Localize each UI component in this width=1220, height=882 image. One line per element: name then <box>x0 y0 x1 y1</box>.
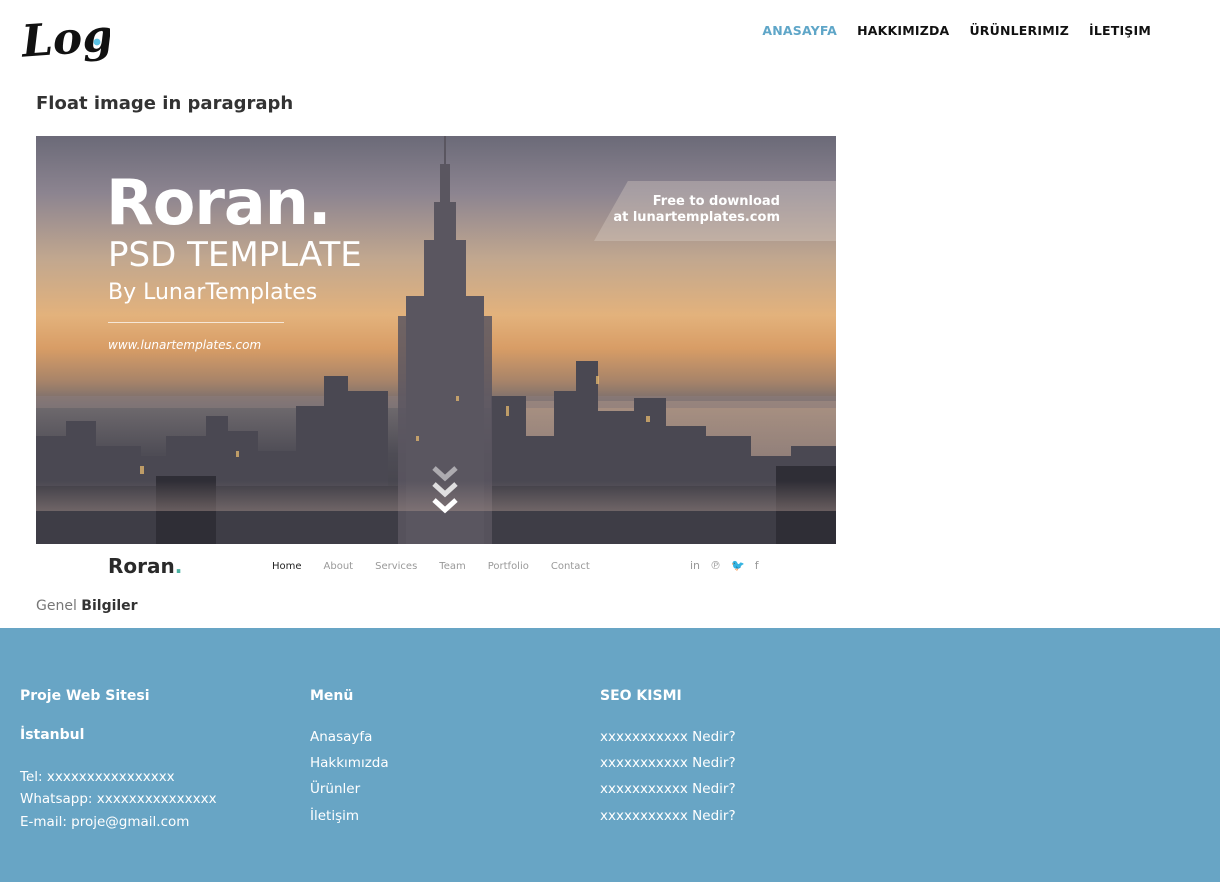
template-nav-preview: Roran. Home About Services Team Portfoli… <box>36 544 836 590</box>
site-footer: Proje Web Sitesi İstanbul Tel: xxxxxxxxx… <box>0 628 1220 882</box>
nav-urunlerimiz[interactable]: ÜRÜNLERIMIZ <box>969 22 1069 40</box>
footer-seo-link[interactable]: xxxxxxxxxxx Nedir? <box>600 781 736 797</box>
hero-subtitle: PSD TEMPLATE <box>108 235 362 275</box>
template-brand: Roran. <box>108 554 183 578</box>
template-menu-item: Services <box>375 561 418 572</box>
site-header: Logo ANASAYFA HAKKIMIZDA ÜRÜNLERIMIZ İLE… <box>0 0 1220 90</box>
template-menu-item: About <box>323 561 354 572</box>
hero-divider <box>108 322 284 323</box>
footer-link-urunler[interactable]: Ürünler <box>310 781 360 797</box>
footer-seo-link[interactable]: xxxxxxxxxxx Nedir? <box>600 755 736 771</box>
hero-by: By LunarTemplates <box>108 280 318 305</box>
template-social-icons: in ℗ 🐦 f <box>690 559 759 572</box>
template-menu-item: Team <box>439 561 466 572</box>
template-menu-item: Contact <box>550 561 590 572</box>
nav-anasayfa[interactable]: ANASAYFA <box>762 22 837 40</box>
footer-link-iletisim[interactable]: İletişim <box>310 808 359 824</box>
footer-city: İstanbul <box>20 727 85 743</box>
linkedin-icon: in <box>690 559 701 572</box>
footer-menu-title: Menü <box>310 688 354 704</box>
twitter-icon: 🐦 <box>731 559 745 572</box>
pinterest-icon: ℗ <box>710 559 722 572</box>
page-title: Float image in paragraph <box>36 93 294 114</box>
footer-seo-link[interactable]: xxxxxxxxxxx Nedir? <box>600 808 736 824</box>
nav-iletisim[interactable]: İLETIŞIM <box>1089 22 1151 40</box>
hero-url: www.lunartemplates.com <box>108 338 262 352</box>
hero-image: Free to download at lunartemplates.com R… <box>36 136 836 544</box>
footer-site-title: Proje Web Sitesi <box>20 688 150 704</box>
facebook-icon: f <box>754 559 759 572</box>
scroll-down-chevron-icon <box>432 466 458 514</box>
footer-tel: Tel: xxxxxxxxxxxxxxxx <box>20 769 175 785</box>
general-info-heading: Genel Bilgiler <box>36 598 138 614</box>
nav-hakkimizda[interactable]: HAKKIMIZDA <box>857 22 949 40</box>
template-menu-item: Portfolio <box>487 561 529 572</box>
footer-email: E-mail: proje@gmail.com <box>20 814 190 830</box>
footer-whatsapp: Whatsapp: xxxxxxxxxxxxxxx <box>20 791 217 807</box>
site-logo[interactable]: Logo <box>20 2 110 88</box>
template-menu-item: Home <box>272 561 302 572</box>
footer-link-hakkimizda[interactable]: Hakkımızda <box>310 755 389 771</box>
main-nav: ANASAYFA HAKKIMIZDA ÜRÜNLERIMIZ İLETIŞIM <box>762 22 1151 40</box>
footer-seo-title: SEO KISMI <box>600 688 682 704</box>
footer-link-anasayfa[interactable]: Anasayfa <box>310 729 372 745</box>
download-ribbon-text: Free to download at lunartemplates.com <box>613 194 780 225</box>
svg-text:Logo: Logo <box>20 8 110 67</box>
footer-seo-link[interactable]: xxxxxxxxxxx Nedir? <box>600 729 736 745</box>
template-menu: Home About Services Team Portfolio Conta… <box>272 561 590 572</box>
hero-brand: Roran. <box>106 166 331 239</box>
